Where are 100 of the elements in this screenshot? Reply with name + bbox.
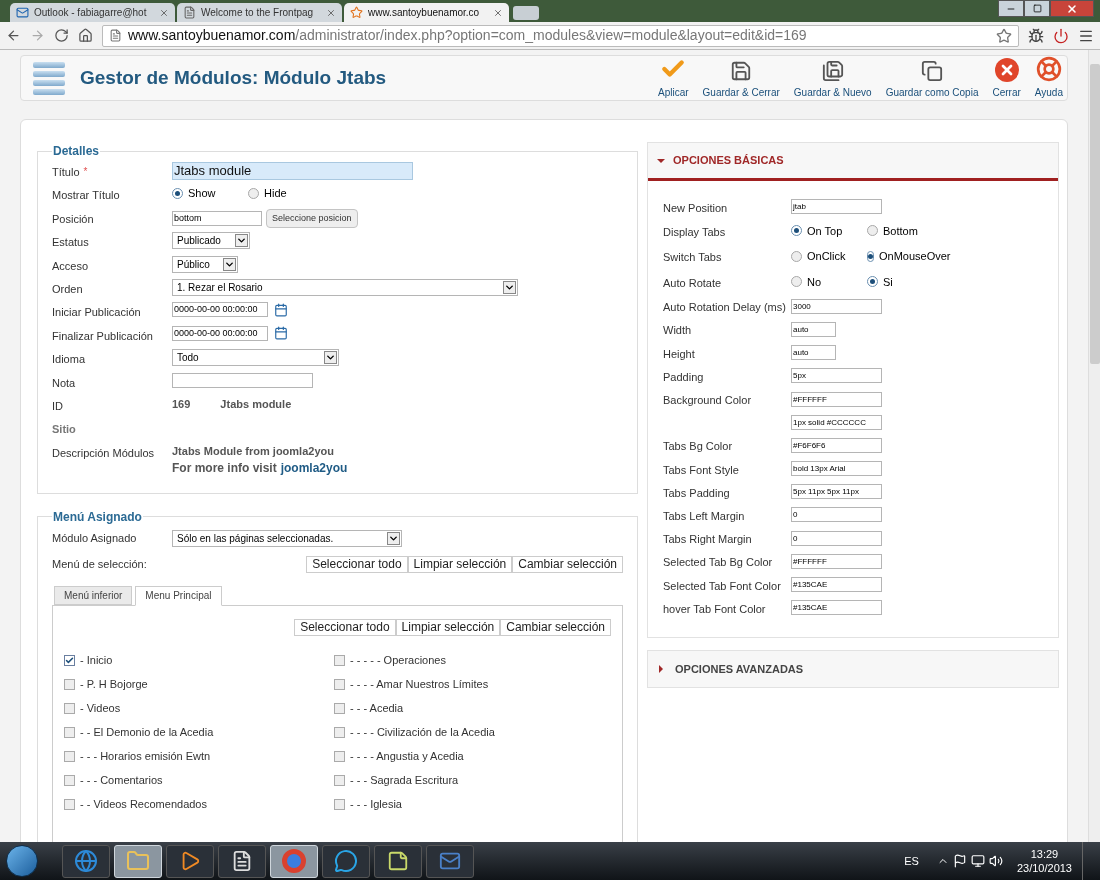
option-input[interactable]: #135CAE — [791, 600, 882, 616]
option-input[interactable]: 1px solid #CCCCCC — [791, 414, 882, 430]
description-text: Jtabs Module from joomla2you — [172, 443, 335, 459]
radio-button[interactable] — [867, 250, 874, 262]
bookmark-star-icon[interactable] — [996, 27, 1012, 44]
menu-checkbox[interactable] — [334, 751, 345, 763]
menu-checkbox[interactable] — [64, 799, 75, 811]
browser-tab[interactable]: Welcome to the Frontpag — [177, 3, 342, 22]
close-tab-icon[interactable] — [326, 7, 336, 18]
calendar-icon[interactable] — [274, 302, 288, 317]
radio-button[interactable] — [791, 250, 802, 262]
option-input[interactable]: #F6F6F6 — [791, 437, 882, 453]
radio-button[interactable] — [867, 276, 878, 288]
select-position-button[interactable]: Seleccione posicion — [266, 208, 358, 228]
taskbar-app-icon[interactable] — [218, 844, 266, 878]
selection-button[interactable]: Cambiar selección — [512, 556, 623, 574]
menu-checkbox[interactable] — [334, 799, 345, 811]
taskbar-app-icon[interactable] — [322, 844, 370, 878]
menu-checkbox[interactable] — [334, 727, 345, 739]
select-field[interactable]: Sólo en las páginas seleccionadas. — [172, 530, 402, 548]
select-field[interactable]: Publicado — [172, 232, 250, 250]
date-input[interactable]: 0000-00-00 00:00:00 — [172, 325, 268, 341]
option-input[interactable]: 0 — [791, 530, 882, 546]
title-input[interactable]: Jtabs module — [172, 162, 413, 180]
option-input[interactable]: 5px — [791, 368, 882, 384]
language-indicator[interactable]: ES — [904, 852, 919, 870]
menu-checkbox[interactable] — [64, 727, 75, 739]
menu-checkbox[interactable] — [64, 655, 75, 667]
network-icon[interactable] — [970, 854, 985, 868]
toolbar-button[interactable]: Cerrar — [992, 58, 1021, 100]
radio-button[interactable] — [172, 188, 183, 200]
browser-tab[interactable]: Outlook - fabiagarre@hot — [10, 3, 175, 22]
selection-button[interactable]: Seleccionar todo — [306, 556, 408, 574]
option-input[interactable]: auto — [791, 321, 836, 337]
mail-icon — [16, 6, 29, 19]
selection-button[interactable]: Cambiar selección — [500, 618, 611, 636]
option-label: Tabs Right Margin — [663, 533, 752, 546]
toolbar-button[interactable]: Guardar como Copia — [885, 60, 979, 100]
selection-button[interactable]: Limpiar selección — [395, 618, 501, 636]
option-input[interactable]: 0 — [791, 507, 882, 523]
menu-checkbox[interactable] — [64, 703, 75, 715]
note-input[interactable] — [172, 372, 313, 388]
date-input[interactable]: 0000-00-00 00:00:00 — [172, 302, 268, 318]
radio-label: OnMouseOver — [879, 249, 951, 265]
toolbar-button[interactable]: Guardar & Nuevo — [793, 60, 872, 100]
menu-checkbox[interactable] — [334, 775, 345, 787]
module-manager-icon — [33, 60, 65, 96]
menu-tab[interactable]: Menú inferior — [54, 585, 133, 605]
joomla2you-link[interactable]: joomla2you — [280, 459, 348, 478]
option-input[interactable]: #FFFFFF — [791, 391, 882, 407]
maximize-icon[interactable] — [1024, 0, 1050, 17]
radio-button[interactable] — [791, 225, 802, 237]
menu-checkbox[interactable] — [334, 655, 345, 667]
extension-icon[interactable] — [1053, 27, 1069, 44]
selection-button[interactable]: Limpiar selección — [407, 556, 513, 574]
address-bar[interactable]: www.santoybuenamor.com/administrator/index.php?option=com_modules&view=module&layout=edit&id=169 — [102, 24, 1019, 47]
option-label: Auto Rotation Delay (ms) — [663, 301, 786, 314]
menu-checkbox[interactable] — [334, 703, 345, 715]
option-input[interactable]: 5px 11px 5px 11px — [791, 484, 882, 500]
menu-tab[interactable]: Menu Principal — [135, 585, 222, 606]
flag-icon[interactable] — [952, 854, 967, 868]
toolbar-button[interactable]: Guardar & Cerrar — [702, 60, 780, 100]
toolbar-button[interactable]: Ayuda — [1034, 56, 1063, 100]
options-header[interactable]: OPCIONES AVANZADAS — [647, 650, 1059, 689]
option-input[interactable]: 3000 — [791, 298, 882, 314]
radio-button[interactable] — [248, 188, 259, 200]
reload-icon[interactable] — [54, 28, 69, 43]
menu-checkbox[interactable] — [64, 775, 75, 787]
taskbar-app-icon[interactable] — [166, 844, 214, 878]
volume-icon[interactable] — [988, 854, 1003, 868]
toolbar-button[interactable]: Aplicar — [658, 56, 689, 100]
menu-item-label: - - - - Amar Nuestros Límites — [350, 677, 489, 693]
start-button[interactable] — [6, 845, 38, 877]
menu-checkbox[interactable] — [64, 751, 75, 763]
selection-button[interactable]: Seleccionar todo — [294, 618, 396, 636]
extension-icon[interactable] — [1028, 27, 1044, 44]
menu-checkbox[interactable] — [334, 679, 345, 691]
option-input[interactable]: jtab — [791, 199, 882, 215]
option-input[interactable]: #135CAE — [791, 577, 882, 593]
position-input[interactable]: bottom — [172, 210, 262, 226]
calendar-icon[interactable] — [274, 326, 288, 341]
option-input[interactable]: auto — [791, 345, 836, 361]
back-icon[interactable] — [6, 28, 21, 43]
close-tab-icon[interactable] — [159, 7, 169, 18]
menu-checkbox[interactable] — [64, 679, 75, 691]
radio-button[interactable] — [791, 276, 802, 288]
close-tab-icon[interactable] — [493, 7, 503, 18]
option-input[interactable]: #FFFFFF — [791, 553, 882, 569]
select-field[interactable]: 1. Rezar el Rosario — [172, 278, 518, 296]
options-header[interactable]: OPCIONES BÁSICAS — [648, 143, 1058, 181]
select-field[interactable]: Público — [172, 255, 238, 273]
browser-tab[interactable]: www.santoybuenamor.co — [344, 3, 509, 22]
radio-button[interactable] — [867, 225, 878, 237]
minimize-icon[interactable] — [998, 0, 1024, 17]
close-window-icon[interactable] — [1050, 0, 1094, 17]
taskbar-app-icon[interactable] — [374, 844, 422, 878]
scrollbar[interactable] — [1088, 50, 1100, 842]
home-icon[interactable] — [78, 28, 93, 43]
select-field[interactable]: Todo — [172, 349, 339, 367]
option-input[interactable]: bold 13px Arial — [791, 461, 882, 477]
